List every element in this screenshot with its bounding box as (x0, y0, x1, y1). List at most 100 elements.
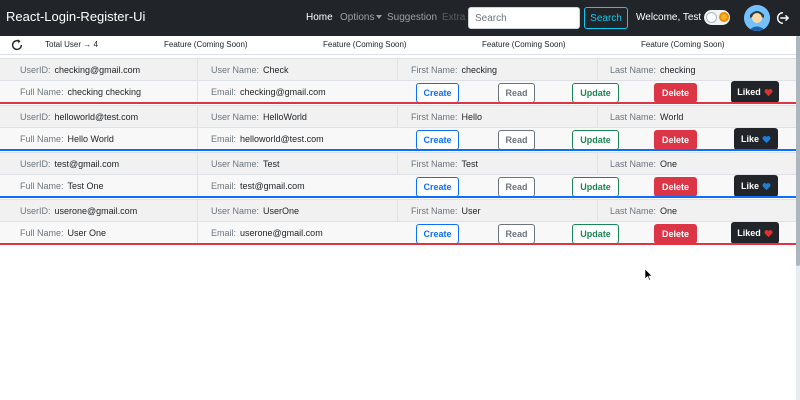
full-name-value: Hello World (67, 134, 114, 144)
first-name-label: First Name: (411, 111, 458, 122)
first-name-label: First Name: (411, 205, 458, 216)
user-action-row: Full Name: Hello World Email: helloworld@te… (0, 127, 796, 150)
user-id-label: UserID: (20, 111, 51, 122)
welcome-text: Welcome, Test (636, 12, 702, 23)
last-name: Last Name: checking (610, 59, 790, 80)
email-label: Email: (211, 228, 237, 238)
read-button[interactable]: Read (498, 83, 535, 103)
column-divider (597, 106, 598, 127)
delete-button[interactable]: Delete (654, 224, 697, 244)
like-button-label: Like (740, 134, 759, 144)
full-name: Full Name: User One (20, 222, 198, 244)
delete-button[interactable]: Delete (654, 177, 697, 197)
column-divider (197, 81, 198, 103)
nav-home[interactable]: Home (306, 12, 333, 23)
user-action-row: Full Name: Test One Email: test@gmail.com Cr… (0, 174, 796, 197)
first-name-value: Test (461, 158, 479, 169)
nav-options-label: Options (340, 12, 375, 23)
read-button[interactable]: Read (498, 177, 535, 197)
column-divider (197, 200, 198, 221)
user-id: UserID: helloworld@test.com (20, 106, 198, 127)
scrollbar-thumb[interactable] (796, 36, 800, 266)
read-button[interactable]: Read (498, 130, 535, 150)
create-button[interactable]: Create (416, 83, 459, 103)
full-name-value: Test One (67, 181, 104, 191)
delete-button[interactable]: Delete (654, 83, 697, 103)
nav-options-dropdown[interactable]: Options (340, 12, 383, 23)
user-name-label: User Name: (211, 205, 260, 216)
first-name-value: Hello (461, 111, 483, 122)
refresh-icon[interactable] (10, 38, 24, 52)
last-name-value: checking (660, 64, 696, 75)
search-button[interactable]: Search (584, 7, 628, 29)
like-button[interactable]: Liked (731, 222, 779, 244)
delete-button[interactable]: Delete (654, 130, 697, 150)
first-name-label: First Name: (411, 158, 458, 169)
column-divider (597, 59, 598, 80)
like-button-label: Like (740, 181, 759, 191)
user-name-value: UserOne (263, 205, 300, 216)
like-button-label: Liked (737, 228, 761, 238)
last-name-value: One (660, 205, 678, 216)
first-name: First Name: Hello (411, 106, 597, 127)
feature-coming-soon-2: Feature (Coming Soon) (323, 40, 407, 49)
search-input[interactable] (468, 7, 580, 29)
email-label: Email: (211, 134, 237, 144)
total-user-count: Total User → 4 (45, 40, 98, 49)
last-name-value: World (660, 111, 684, 122)
user-info-row: UserID: test@gmail.com User Name: Test First… (0, 152, 796, 174)
first-name: First Name: User (411, 200, 597, 221)
mouse-cursor-icon (645, 269, 653, 281)
last-name-label: Last Name: (610, 111, 657, 122)
first-name: First Name: Test (411, 153, 597, 174)
email-value: test@gmail.com (240, 181, 305, 191)
user-avatar-icon (744, 5, 770, 31)
full-name: Full Name: checking checking (20, 81, 198, 103)
user-action-row: Full Name: User One Email: userone@gmail.co… (0, 221, 796, 244)
email-value: userone@gmail.com (240, 228, 323, 238)
column-divider (397, 200, 398, 221)
create-button[interactable]: Create (416, 177, 459, 197)
user-id: UserID: test@gmail.com (20, 153, 198, 174)
update-button[interactable]: Update (572, 83, 619, 103)
avatar[interactable] (744, 5, 770, 31)
nav-extra: Extra (442, 12, 466, 23)
column-divider (197, 106, 198, 127)
user-id: UserID: userone@gmail.com (20, 200, 198, 221)
sun-icon (719, 12, 729, 22)
theme-toggle[interactable] (704, 10, 730, 25)
top-navbar: React-Login-Register-Ui Home Options Sug… (0, 0, 800, 36)
create-button[interactable]: Create (416, 130, 459, 150)
scrollbar[interactable] (796, 36, 800, 400)
first-name-label: First Name: (411, 64, 458, 75)
like-button[interactable]: Like (734, 128, 778, 150)
update-button[interactable]: Update (572, 224, 619, 244)
last-name: Last Name: One (610, 200, 790, 221)
stats-bar: Total User → 4 Feature (Coming Soon) Fea… (0, 36, 800, 55)
full-name-value: User One (67, 228, 107, 238)
email: Email: test@gmail.com (211, 175, 397, 197)
user-info-row: UserID: checking@gmail.com User Name: Check… (0, 58, 796, 80)
row-divider (0, 102, 796, 104)
email-label: Email: (211, 87, 237, 97)
like-button[interactable]: Like (734, 175, 778, 197)
email-value: helloworld@test.com (240, 134, 324, 144)
column-divider (397, 106, 398, 127)
like-button[interactable]: Liked (731, 81, 779, 103)
full-name: Full Name: Hello World (20, 128, 198, 150)
user-name-value: Check (263, 64, 289, 75)
last-name-label: Last Name: (610, 205, 657, 216)
update-button[interactable]: Update (572, 130, 619, 150)
nav-suggestion[interactable]: Suggestion (387, 12, 437, 23)
first-name-value: checking (461, 64, 498, 75)
full-name-label: Full Name: (20, 87, 64, 97)
feature-coming-soon-1: Feature (Coming Soon) (164, 40, 248, 49)
user-name-label: User Name: (211, 111, 260, 122)
user-card: UserID: checking@gmail.com User Name: Check… (0, 58, 796, 104)
update-button[interactable]: Update (572, 177, 619, 197)
create-button[interactable]: Create (416, 224, 459, 244)
brand-title[interactable]: React-Login-Register-Ui (6, 9, 145, 24)
logout-icon[interactable] (775, 11, 789, 25)
user-info-row: UserID: userone@gmail.com User Name: UserOn… (0, 199, 796, 221)
read-button[interactable]: Read (498, 224, 535, 244)
